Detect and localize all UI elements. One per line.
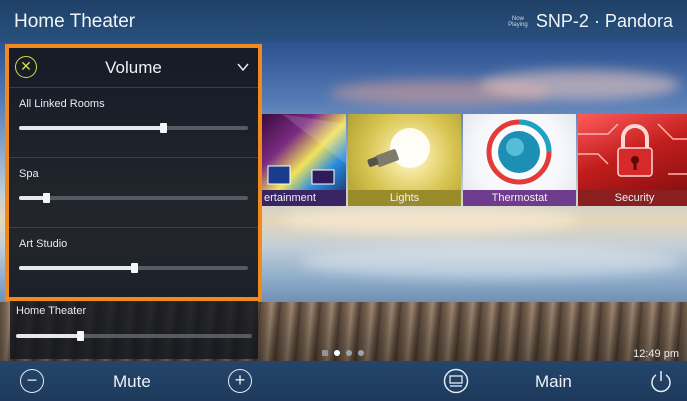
slider-fill <box>19 266 134 270</box>
source-label: SNP-2 · Pandora <box>535 11 673 31</box>
slider-handle[interactable] <box>76 331 84 341</box>
mute-button[interactable]: Mute <box>113 372 151 392</box>
slider-fill <box>16 334 80 338</box>
tile-label: ertainment <box>262 190 346 206</box>
cloud <box>300 245 680 279</box>
chevron-down-icon[interactable] <box>237 61 249 73</box>
room-volume-home-theater: Home Theater <box>10 301 258 359</box>
page-dot-active[interactable] <box>334 350 340 356</box>
tile-label: Security <box>578 190 687 206</box>
page-dot[interactable] <box>322 350 328 356</box>
tile-label: Lights <box>348 190 461 206</box>
volume-down-button[interactable]: − <box>20 369 44 393</box>
room-volume-all-linked: All Linked Rooms <box>9 88 258 158</box>
main-button[interactable]: Main <box>535 372 572 392</box>
room-name: Spa <box>19 168 39 180</box>
playback-controls-icon[interactable] <box>443 368 469 394</box>
volume-slider[interactable] <box>16 331 252 341</box>
now-playing-tag: Now Playing <box>508 15 528 28</box>
room-name: Art Studio <box>19 238 68 250</box>
volume-panel: ✕ Volume All Linked Rooms Spa Art Studio <box>5 44 262 301</box>
page-dot[interactable] <box>358 350 364 356</box>
cloud <box>480 70 680 100</box>
tile-security[interactable]: Security <box>578 114 687 206</box>
bottom-bar: − Mute + Main <box>0 361 687 401</box>
slider-handle[interactable] <box>160 123 168 133</box>
cloud <box>280 205 580 235</box>
page-dot[interactable] <box>346 350 352 356</box>
tile-thermostat[interactable]: Thermostat <box>463 114 576 206</box>
now-playing[interactable]: Now Playing SNP-2 · Pandora <box>508 11 673 32</box>
room-volume-spa: Spa <box>9 158 258 228</box>
tile-lights[interactable]: Lights <box>348 114 461 206</box>
header-bar: Home Theater Now Playing SNP-2 · Pandora <box>0 0 687 42</box>
slider-fill <box>19 126 164 130</box>
thermostat-icon <box>486 119 552 185</box>
slider-fill <box>19 196 47 200</box>
page-indicator <box>322 350 364 356</box>
padlock-icon <box>578 123 687 177</box>
tile-entertainment[interactable]: ertainment <box>262 114 346 206</box>
light-bulb-icon <box>367 128 430 168</box>
room-title: Home Theater <box>14 11 136 32</box>
volume-slider[interactable] <box>19 263 248 273</box>
slider-handle[interactable] <box>43 193 51 203</box>
minus-icon: − <box>26 370 38 390</box>
room-name: Home Theater <box>16 305 87 317</box>
volume-title: Volume <box>105 58 162 77</box>
plus-icon: + <box>234 370 246 390</box>
volume-slider[interactable] <box>19 123 248 133</box>
volume-up-button[interactable]: + <box>228 369 252 393</box>
room-volume-art-studio: Art Studio <box>9 228 258 298</box>
entertainment-icon <box>267 114 346 185</box>
room-name: All Linked Rooms <box>19 98 105 110</box>
service-tiles: ertainment Lights Thermostat Security <box>262 114 687 206</box>
volume-panel-header: ✕ Volume <box>9 48 258 88</box>
volume-slider[interactable] <box>19 193 248 203</box>
tile-label: Thermostat <box>463 190 576 206</box>
slider-handle[interactable] <box>130 263 138 273</box>
power-icon[interactable] <box>648 368 674 394</box>
clock: 12:49 pm <box>633 348 679 360</box>
